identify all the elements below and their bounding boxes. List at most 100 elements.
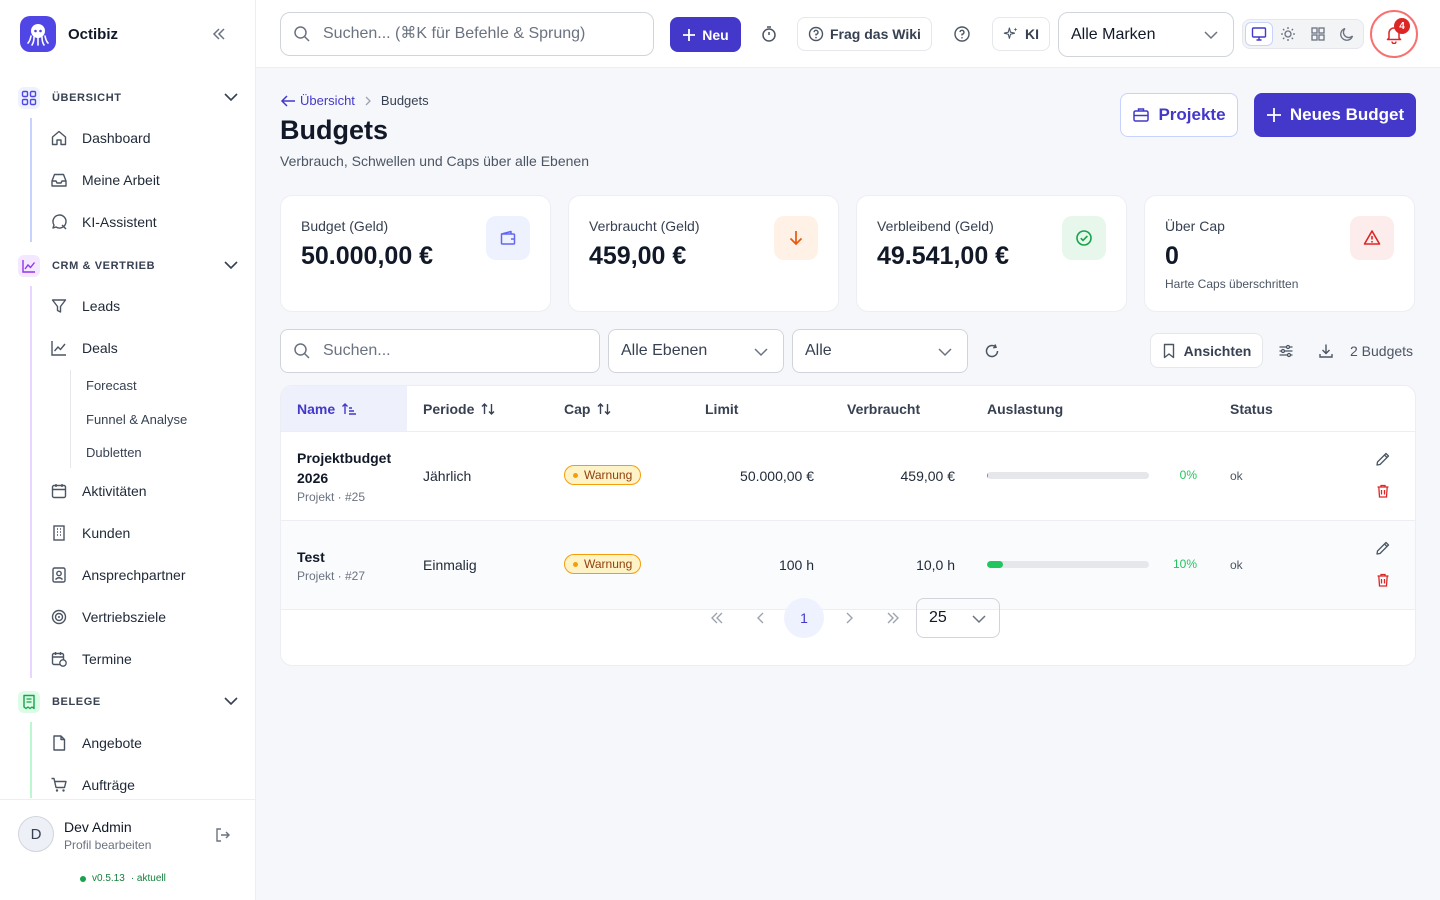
monitor-icon[interactable] — [1245, 22, 1273, 46]
kpi-label: Verbleibend (Geld) — [877, 218, 994, 234]
new-button[interactable]: Neu — [670, 17, 741, 52]
layout-grid-icon[interactable] — [1304, 22, 1331, 46]
sidebar-subitem-duplicates[interactable]: Dubletten — [86, 445, 142, 460]
brand-select[interactable]: Alle Marken — [1058, 12, 1234, 57]
avatar[interactable]: D — [18, 816, 54, 852]
timer-icon[interactable] — [754, 19, 784, 49]
sidebar-item-appointments[interactable]: Termine — [50, 643, 240, 675]
sidebar-item-contacts[interactable]: Ansprechpartner — [50, 559, 240, 591]
ai-button[interactable]: KI — [992, 17, 1050, 51]
sidebar-item-label: KI-Assistent — [82, 214, 157, 230]
section-overview[interactable]: ÜBERSICHT — [18, 84, 240, 112]
budget-used: 10,0 h — [916, 557, 955, 573]
sun-icon[interactable] — [1275, 22, 1302, 46]
notifications-button[interactable] — [1370, 10, 1418, 58]
section-label: BELEGE — [52, 696, 101, 708]
status-filter-select[interactable]: Alle — [792, 329, 968, 373]
breadcrumb-back-link[interactable]: Übersicht — [280, 93, 355, 108]
table-row[interactable]: Test Projekt · #27 Einmalig Warnung 100 … — [281, 521, 1415, 610]
chevron-down-icon — [1203, 27, 1219, 43]
sidebar-subitem-funnel[interactable]: Funnel & Analyse — [86, 412, 187, 427]
moon-icon[interactable] — [1334, 22, 1361, 46]
edit-profile-link[interactable]: Profil bearbeiten — [64, 838, 151, 852]
sidebar-item-my-work[interactable]: Meine Arbeit — [50, 164, 240, 196]
pencil-icon[interactable] — [1373, 449, 1393, 469]
trash-icon[interactable] — [1373, 481, 1393, 501]
section-crm[interactable]: CRM & VERTRIEB — [18, 252, 240, 280]
pencil-icon[interactable] — [1373, 538, 1393, 558]
budget-name-cell: Test Projekt · #27 — [297, 547, 407, 583]
wiki-button[interactable]: Frag das Wiki — [797, 17, 932, 51]
sidebar-item-orders[interactable]: Aufträge — [50, 769, 240, 798]
page-size-select[interactable]: 25 — [916, 598, 1000, 638]
sidebar-item-customers[interactable]: Kunden — [50, 517, 240, 549]
level-filter-select[interactable]: Alle Ebenen — [608, 329, 784, 373]
arrow-down-icon — [774, 216, 818, 260]
page-button-current[interactable]: 1 — [784, 598, 824, 638]
section-line — [30, 722, 32, 798]
help-icon[interactable] — [947, 19, 977, 49]
budget-ref: Projekt · #25 — [297, 490, 366, 504]
refresh-icon[interactable] — [979, 338, 1005, 364]
column-header-period[interactable]: Periode — [423, 386, 496, 431]
first-page-icon[interactable] — [701, 602, 733, 634]
download-icon[interactable] — [1313, 338, 1339, 364]
kpi-label: Über Cap — [1165, 218, 1225, 234]
utilization-bar-fill — [987, 561, 1004, 568]
sidebar-item-quotes[interactable]: Angebote — [50, 727, 240, 759]
utilization-bar — [987, 561, 1149, 568]
notification-count-badge: 4 — [1394, 18, 1410, 34]
global-search[interactable] — [280, 12, 654, 56]
chevron-down-icon — [753, 344, 769, 360]
kpi-card-over-cap: Über Cap 0 Harte Caps überschritten — [1144, 195, 1415, 312]
sparkles-icon — [1003, 26, 1019, 42]
prev-page-icon[interactable] — [745, 602, 777, 634]
global-search-input[interactable] — [323, 25, 633, 43]
sliders-icon[interactable] — [1273, 338, 1299, 364]
sidebar-item-label: Aufträge — [82, 777, 135, 793]
sidebar-item-dashboard[interactable]: Dashboard — [50, 122, 240, 154]
check-circle-icon — [1062, 216, 1106, 260]
views-button[interactable]: Ansichten — [1150, 333, 1263, 368]
cap-badge-label: Warnung — [584, 468, 633, 482]
topbar: Neu Frag das Wiki KI Alle Marken 4 — [256, 0, 1440, 68]
sidebar-item-label: Meine Arbeit — [82, 172, 160, 188]
budget-period: Einmalig — [423, 557, 477, 573]
utilization-bar — [987, 472, 1149, 479]
status-dot — [573, 561, 578, 567]
sidebar-item-deals[interactable]: Deals — [50, 332, 240, 364]
sidebar-subitem-forecast[interactable]: Forecast — [86, 378, 137, 393]
section-line — [30, 286, 32, 678]
sidebar-item-activities[interactable]: Aktivitäten — [50, 475, 240, 507]
sidebar-item-ai-assistant[interactable]: KI-Assistent — [50, 206, 240, 238]
bookmark-icon — [1162, 343, 1176, 359]
budget-limit: 50.000,00 € — [740, 468, 814, 484]
sidebar-item-label: Ansprechpartner — [82, 567, 186, 583]
column-label: Periode — [423, 400, 475, 417]
brand[interactable]: Octibiz — [20, 16, 118, 52]
section-documents[interactable]: BELEGE — [18, 688, 240, 716]
column-header-name[interactable]: Name — [281, 386, 407, 431]
column-header-cap[interactable]: Cap — [564, 386, 612, 431]
sidebar-item-label: Dashboard — [82, 130, 151, 146]
projects-button[interactable]: Projekte — [1120, 93, 1238, 137]
last-page-icon[interactable] — [877, 602, 909, 634]
logout-icon[interactable] — [214, 826, 232, 844]
sidebar-item-label: Deals — [82, 340, 118, 356]
wallet-icon — [486, 216, 530, 260]
new-budget-button[interactable]: Neues Budget — [1254, 93, 1416, 137]
file-icon — [50, 734, 68, 752]
table-search-input[interactable] — [323, 342, 583, 360]
next-page-icon[interactable] — [833, 602, 865, 634]
table-search[interactable] — [280, 329, 600, 373]
sidebar-item-leads[interactable]: Leads — [50, 290, 240, 322]
kpi-label: Budget (Geld) — [301, 218, 389, 234]
trash-icon[interactable] — [1373, 570, 1393, 590]
table-row[interactable]: Projektbudget 2026 Projekt · #25 Jährlic… — [281, 432, 1415, 521]
budget-name[interactable]: Projektbudget 2026 — [297, 448, 407, 488]
budget-name[interactable]: Test — [297, 547, 407, 567]
sidebar-item-sales-goals[interactable]: Vertriebsziele — [50, 601, 240, 633]
calendar-icon — [50, 482, 68, 500]
kpi-value: 49.541,00 € — [877, 242, 1010, 270]
collapse-sidebar-icon[interactable] — [208, 24, 230, 44]
